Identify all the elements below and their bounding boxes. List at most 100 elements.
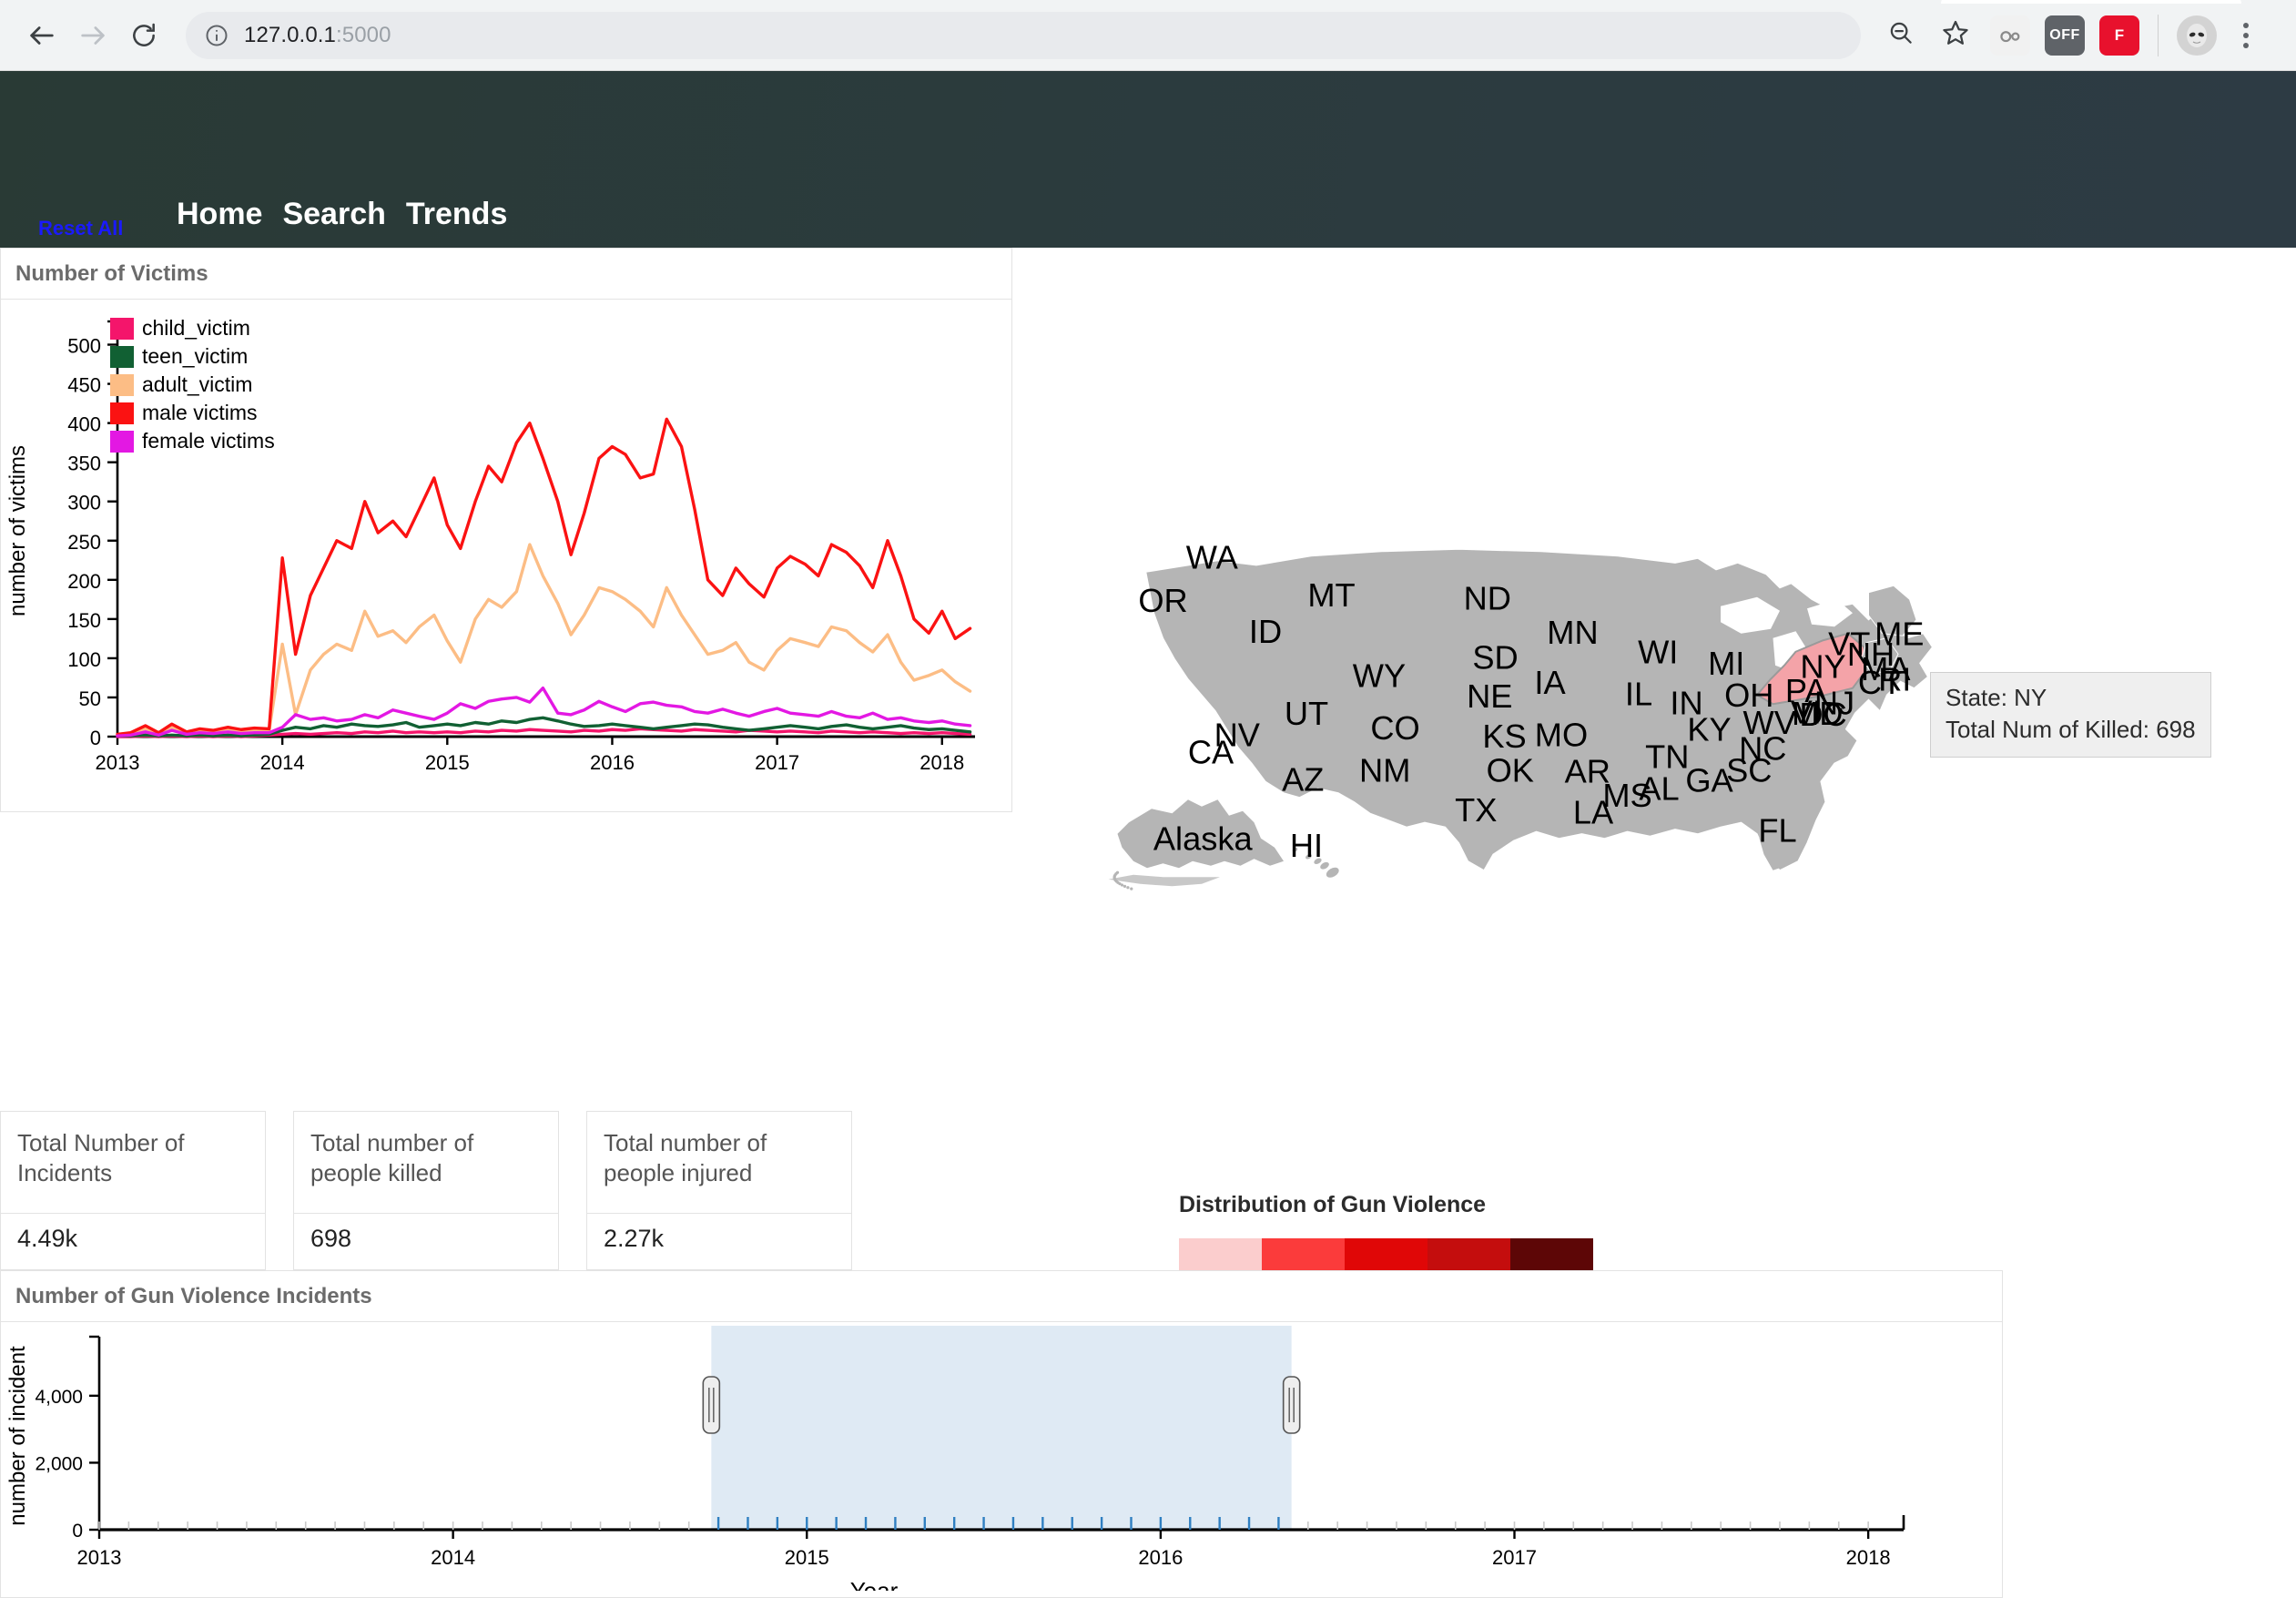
map-state-label-ia[interactable]: IA <box>1534 664 1566 701</box>
victims-chart-card: Number of Victims 0501001502002503003504… <box>0 248 1012 812</box>
map-state-label-co[interactable]: CO <box>1370 709 1419 747</box>
map-state-label-alaska[interactable]: Alaska <box>1153 819 1254 857</box>
map-state-label-mn[interactable]: MN <box>1547 614 1598 651</box>
tab-strip-stub <box>1941 0 2241 4</box>
svg-text:150: 150 <box>67 609 101 632</box>
map-state-label-la[interactable]: LA <box>1573 794 1614 831</box>
legend-label: child_victim <box>142 316 250 341</box>
map-state-label-md[interactable]: MD <box>1792 695 1843 732</box>
map-state-label-mo[interactable]: MO <box>1535 717 1588 754</box>
svg-text:2013: 2013 <box>77 1546 122 1569</box>
map-state-label-nm[interactable]: NM <box>1359 751 1410 789</box>
map-state-label-ok[interactable]: OK <box>1487 751 1534 789</box>
distribution-color-step <box>1345 1238 1427 1270</box>
map-state-label-wy[interactable]: WY <box>1353 657 1406 695</box>
svg-text:2013: 2013 <box>96 751 140 774</box>
svg-text:4,000: 4,000 <box>35 1387 83 1408</box>
map-state-label-ky[interactable]: KY <box>1687 710 1731 748</box>
incidents-chart-title: Number of Gun Violence Incidents <box>1 1271 2002 1322</box>
svg-text:2015: 2015 <box>785 1546 829 1569</box>
map-state-label-id[interactable]: ID <box>1249 613 1282 650</box>
svg-text:350: 350 <box>67 453 101 475</box>
legend-item[interactable]: female victims <box>110 427 275 455</box>
extension-f-button[interactable]: F <box>2094 10 2145 61</box>
f-extension-icon: F <box>2099 15 2139 56</box>
legend-item[interactable]: teen_victim <box>110 342 275 371</box>
nav-link-home[interactable]: Home <box>177 197 262 232</box>
kpi-total-injured: Total number of people injured 2.27k <box>586 1111 852 1270</box>
legend-swatch <box>110 346 134 368</box>
svg-text:2018: 2018 <box>919 751 964 774</box>
extension-one-button[interactable] <box>1985 10 2036 61</box>
legend-label: female victims <box>142 429 275 453</box>
site-info-icon[interactable] <box>204 23 229 48</box>
distribution-color-step <box>1427 1238 1510 1270</box>
nav-link-search[interactable]: Search <box>282 197 385 232</box>
legend-label: teen_victim <box>142 344 248 369</box>
site-header: Reset All Home Search Trends <box>0 71 2296 248</box>
map-state-label-sd[interactable]: SD <box>1472 639 1518 677</box>
nav-link-trends[interactable]: Trends <box>406 197 507 232</box>
legend-swatch <box>110 374 134 396</box>
map-state-label-ca[interactable]: CA <box>1188 733 1234 770</box>
svg-text:300: 300 <box>67 492 101 514</box>
bookmark-button[interactable] <box>1930 10 1981 61</box>
reset-all-button[interactable]: Reset All <box>38 217 123 240</box>
map-state-label-me[interactable]: ME <box>1874 615 1924 652</box>
map-state-label-al[interactable]: AL <box>1639 769 1679 807</box>
extension-off-button[interactable]: OFF <box>2039 10 2090 61</box>
forward-arrow-icon <box>77 20 108 51</box>
profile-button[interactable] <box>2171 10 2222 61</box>
url-host: 127.0.0.1 <box>244 23 336 47</box>
map-state-label-il[interactable]: IL <box>1625 676 1652 713</box>
map-state-label-ks[interactable]: KS <box>1482 718 1526 755</box>
address-bar[interactable]: 127.0.0.1:5000 <box>186 12 1861 59</box>
map-state-label-ne[interactable]: NE <box>1467 677 1512 715</box>
svg-text:number of incident: number of incident <box>5 1346 30 1526</box>
legend-item[interactable]: child_victim <box>110 314 275 342</box>
legend-swatch <box>110 402 134 424</box>
map-state-label-or[interactable]: OR <box>1138 582 1187 619</box>
map-state-label-az[interactable]: AZ <box>1282 760 1324 798</box>
back-button[interactable] <box>16 10 67 61</box>
kpi-total-killed: Total number of people killed 698 <box>293 1111 559 1270</box>
distribution-color-step <box>1510 1238 1593 1270</box>
map-state-label-tx[interactable]: TX <box>1455 791 1497 829</box>
choropleth-map[interactable]: WAORMTIDNDMNSDWIMIWYIANEILINOHUTCONVCAKS… <box>1083 503 2296 1067</box>
svg-text:100: 100 <box>67 648 101 671</box>
map-state-label-wi[interactable]: WI <box>1638 633 1678 670</box>
kpi-row: Total Number of Incidents 4.49k Total nu… <box>0 1111 879 1270</box>
star-icon <box>1941 18 1970 52</box>
map-state-label-hi[interactable]: HI <box>1290 827 1323 864</box>
back-arrow-icon <box>26 20 57 51</box>
tooltip-killed: Total Num of Killed: 698 <box>1946 714 2196 746</box>
kpi-title: Total number of people injured <box>587 1112 851 1214</box>
reload-button[interactable] <box>118 10 169 61</box>
map-state-label-ut[interactable]: UT <box>1285 695 1328 732</box>
tooltip-state: State: NY <box>1946 682 2196 714</box>
legend-item[interactable]: adult_victim <box>110 371 275 399</box>
map-tooltip: State: NY Total Num of Killed: 698 <box>1930 672 2211 758</box>
legend-swatch <box>110 431 134 453</box>
map-state-label-mt[interactable]: MT <box>1307 576 1355 614</box>
svg-text:2014: 2014 <box>260 751 305 774</box>
distribution-legend: Distribution of Gun Violence <box>1179 1192 1593 1270</box>
incidents-chart-plot[interactable]: 02,0004,000201320142015201620172018Yearn… <box>1 1322 2002 1591</box>
svg-text:450: 450 <box>67 374 101 397</box>
map-state-label-nd[interactable]: ND <box>1464 580 1511 617</box>
brush-handle-left[interactable] <box>703 1377 719 1433</box>
map-state-label-ct[interactable]: CT <box>1858 664 1902 701</box>
victims-chart-plot[interactable]: 0501001502002503003504004505002013201420… <box>1 300 1011 806</box>
svg-text:2017: 2017 <box>755 751 799 774</box>
map-state-label-wa[interactable]: WA <box>1186 539 1239 576</box>
legend-item[interactable]: male victims <box>110 399 275 427</box>
svg-text:Year: Year <box>850 1577 899 1591</box>
map-state-label-ga[interactable]: GA <box>1685 762 1733 799</box>
brush-handle-right[interactable] <box>1284 1377 1300 1433</box>
browser-menu-button[interactable] <box>2226 15 2266 56</box>
zoom-out-button[interactable] <box>1875 10 1926 61</box>
victims-chart-legend: child_victim teen_victimadult_victimmale … <box>110 314 275 455</box>
off-toggle-icon: OFF <box>2045 15 2085 56</box>
forward-button[interactable] <box>67 10 118 61</box>
map-state-label-fl[interactable]: FL <box>1758 812 1796 850</box>
